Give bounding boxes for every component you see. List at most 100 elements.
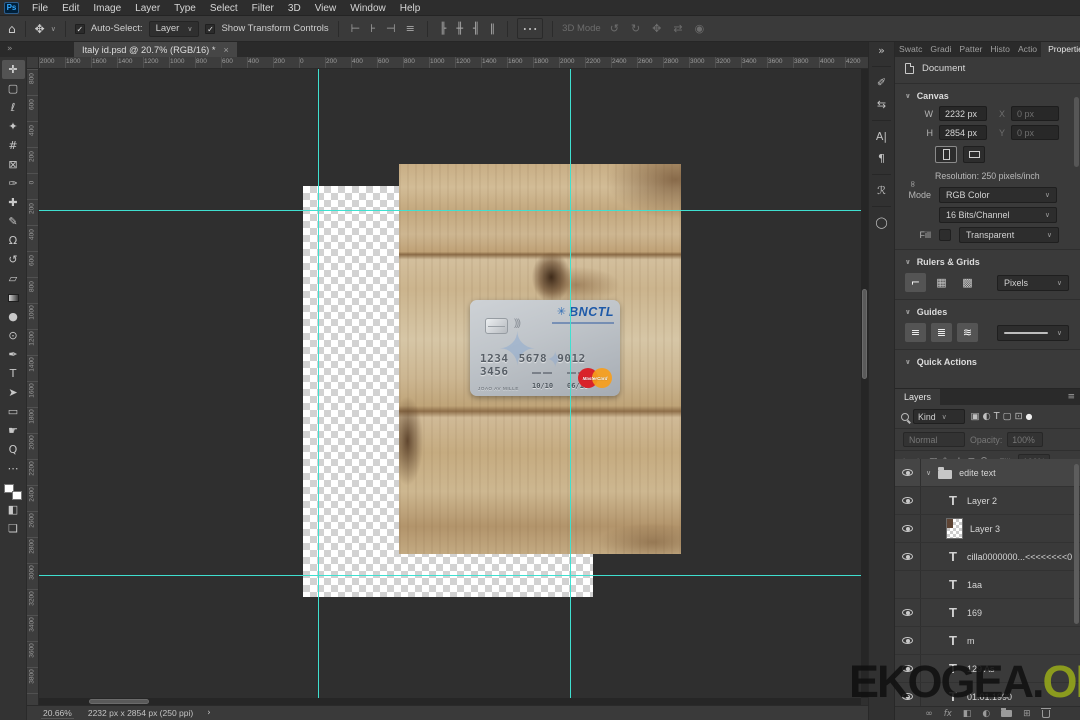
visibility-toggle[interactable]: [895, 487, 921, 514]
visibility-toggle[interactable]: [895, 599, 921, 626]
align-left-icon[interactable]: ⊢: [348, 22, 364, 35]
new-layer-icon[interactable]: ⊞: [1023, 707, 1031, 720]
wood-texture-photo-layer[interactable]: ✦ ✦ ))) ✳ BNCTL 1234 5678 9012 3456 10/1…: [399, 164, 681, 554]
type-tool[interactable]: T: [2, 364, 25, 383]
quick-actions-section-header[interactable]: ∨ Quick Actions: [895, 354, 1080, 370]
status-chevron-icon[interactable]: ›: [207, 708, 210, 718]
tab-properties[interactable]: Properties: [1041, 42, 1080, 57]
menu-layer[interactable]: Layer: [128, 3, 167, 14]
guides-section-header[interactable]: ∨ Guides: [895, 304, 1080, 320]
adjustments-panel-icon[interactable]: ⇆: [877, 98, 886, 111]
more-options-icon[interactable]: ⋯: [517, 18, 543, 39]
layer-row[interactable]: Layer 3: [895, 515, 1080, 543]
glyphs-panel-icon[interactable]: ℛ: [877, 184, 886, 197]
filter-adjustment-icon[interactable]: ◐: [981, 411, 992, 422]
vertical-ruler[interactable]: 8006004002000200400600800100012001400160…: [27, 69, 39, 705]
align-edges-icon[interactable]: ≡: [403, 22, 418, 35]
pixel-grid-icon[interactable]: ▩: [957, 273, 978, 292]
auto-select-target-dropdown[interactable]: Layer ∨: [149, 21, 200, 37]
lasso-tool[interactable]: ℓ: [2, 98, 25, 117]
layer-row[interactable]: ∨edite text: [895, 459, 1080, 487]
tab-overflow-icon[interactable]: »: [7, 44, 13, 54]
filter-image-icon[interactable]: ▣: [969, 411, 981, 422]
menu-type[interactable]: Type: [167, 3, 203, 14]
zoom-tool[interactable]: Q: [2, 440, 25, 459]
distribute-spacing-icon[interactable]: ∥: [487, 22, 499, 35]
gradient-tool[interactable]: [2, 288, 25, 307]
canvas-area[interactable]: 2000180016001400120010008006004002000200…: [27, 57, 868, 720]
align-right-icon[interactable]: ⊣: [383, 22, 399, 35]
path-selection-tool[interactable]: ➤: [2, 383, 25, 402]
tab-patter[interactable]: Patter: [955, 42, 986, 57]
edit-toolbar-icon[interactable]: ⋯: [2, 459, 25, 478]
clear-guides-icon[interactable]: ≋: [957, 323, 978, 342]
tab-gradi[interactable]: Gradi: [926, 42, 955, 57]
layer-row[interactable]: TLayer 2: [895, 487, 1080, 515]
tab-actio[interactable]: Actio: [1014, 42, 1041, 57]
screen-mode-icon[interactable]: ❏: [2, 519, 25, 538]
height-field[interactable]: 2854 px: [939, 125, 987, 140]
distribute-left-icon[interactable]: ╟: [437, 22, 450, 35]
blend-mode-dropdown[interactable]: Normal: [903, 432, 965, 447]
bank-card-image[interactable]: ✦ ✦ ))) ✳ BNCTL 1234 5678 9012 3456 10/1…: [470, 300, 620, 396]
background-color-swatch[interactable]: [12, 491, 22, 500]
menu-select[interactable]: Select: [203, 3, 245, 14]
tab-histo[interactable]: Histo: [986, 42, 1014, 57]
show-transform-checkbox[interactable]: ✓: [205, 24, 215, 34]
portrait-orientation-button[interactable]: [935, 146, 957, 163]
pen-tool[interactable]: ✒: [2, 345, 25, 364]
landscape-orientation-button[interactable]: [963, 146, 985, 163]
menu-window[interactable]: Window: [343, 3, 393, 14]
frame-tool[interactable]: ⊠: [2, 155, 25, 174]
move-tool[interactable]: ✛: [2, 60, 25, 79]
layer-effects-icon[interactable]: fx: [944, 707, 952, 720]
collapse-panels-icon[interactable]: »: [878, 44, 885, 57]
layer-row[interactable]: Tm: [895, 627, 1080, 655]
delete-layer-icon[interactable]: [1042, 710, 1050, 718]
ruler-corner-icon[interactable]: ⌐: [905, 273, 926, 292]
dodge-tool[interactable]: ⊙: [2, 326, 25, 345]
eraser-tool[interactable]: ▱: [2, 269, 25, 288]
quick-mask-icon[interactable]: ◧: [2, 500, 25, 519]
scrollbar-thumb[interactable]: [1074, 464, 1079, 624]
visibility-toggle[interactable]: [895, 571, 921, 598]
eyedropper-tool[interactable]: ✑: [2, 174, 25, 193]
horizontal-scrollbar[interactable]: [39, 698, 861, 705]
menu-view[interactable]: View: [308, 3, 344, 14]
scrollbar-thumb[interactable]: [862, 289, 867, 379]
crop-tool[interactable]: #: [2, 136, 25, 155]
ruler-corner[interactable]: [27, 57, 39, 69]
guide-style-dropdown[interactable]: ∨: [997, 325, 1069, 341]
menu-filter[interactable]: Filter: [245, 3, 281, 14]
layer-row[interactable]: Tcilla0000000...<<<<<<<<0 d: [895, 543, 1080, 571]
blur-tool[interactable]: ●: [2, 307, 25, 326]
libraries-panel-icon[interactable]: ◯: [875, 216, 887, 229]
horizontal-guide[interactable]: [39, 575, 861, 576]
scrollbar-thumb[interactable]: [1074, 97, 1079, 167]
document-tab[interactable]: Italy id.psd @ 20.7% (RGB/16) * ×: [74, 42, 237, 57]
vertical-guide[interactable]: [318, 69, 319, 698]
marquee-tool[interactable]: ▢: [2, 79, 25, 98]
chevron-down-icon[interactable]: ∨: [926, 469, 931, 477]
healing-brush-tool[interactable]: ✚: [2, 193, 25, 212]
link-layers-icon[interactable]: ∞: [925, 707, 933, 720]
panel-menu-icon[interactable]: ≡: [1067, 392, 1075, 402]
filter-smart-object-icon[interactable]: ⊡: [1013, 411, 1024, 422]
clone-stamp-tool[interactable]: Ω: [2, 231, 25, 250]
rulers-grids-section-header[interactable]: ∨ Rulers & Grids: [895, 254, 1080, 270]
tab-swatc[interactable]: Swatc: [895, 42, 926, 57]
foreground-background-swatches[interactable]: [4, 484, 22, 500]
fill-dropdown[interactable]: Transparent ∨: [959, 227, 1059, 243]
zoom-level-field[interactable]: 20.66%: [41, 708, 74, 719]
filter-type-icon[interactable]: T: [992, 411, 1001, 422]
new-guide-layout-icon[interactable]: ≡: [905, 323, 926, 342]
object-selection-tool[interactable]: ✦: [2, 117, 25, 136]
horizontal-ruler[interactable]: 2000180016001400120010008006004002000200…: [39, 57, 868, 69]
chevron-down-icon[interactable]: ∨: [51, 25, 56, 33]
character-panel-icon[interactable]: A|: [876, 130, 887, 143]
brush-tool[interactable]: ✎: [2, 212, 25, 231]
fill-color-swatch[interactable]: [939, 229, 951, 241]
menu-edit[interactable]: Edit: [55, 3, 86, 14]
close-tab-icon[interactable]: ×: [223, 45, 228, 55]
brush-settings-panel-icon[interactable]: ✐: [877, 76, 886, 89]
